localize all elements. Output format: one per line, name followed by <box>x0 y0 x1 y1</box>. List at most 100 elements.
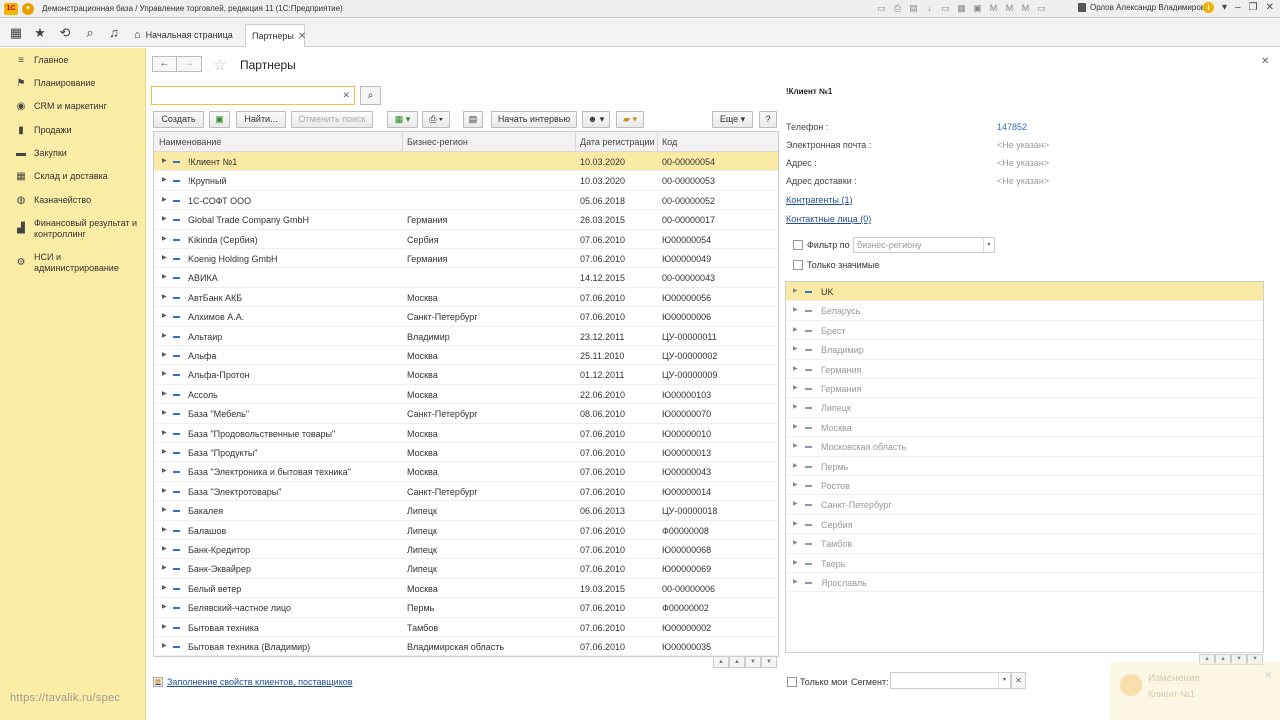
back-arrow-icon[interactable]: ← <box>152 56 177 72</box>
find-button[interactable]: Найти... <box>236 111 286 128</box>
expand-arrow-icon[interactable]: ▶ <box>793 578 798 585</box>
fill-properties-link[interactable]: ▤ Заполнение свойств клиентов, поставщик… <box>153 677 353 687</box>
expand-arrow-icon[interactable]: ▶ <box>162 642 167 649</box>
address-value[interactable]: <Не указан> <box>997 158 1049 168</box>
close-tab-icon[interactable]: ✕ <box>298 31 306 42</box>
table-row[interactable]: ▶ Бакалея Липецк 06.06.2013 ЦУ-00000018 <box>154 501 778 521</box>
expand-arrow-icon[interactable]: ▶ <box>793 423 798 430</box>
table-row[interactable]: ▶ Koenig Holding GmbH Германия 07.06.2010 Ю0… <box>154 249 778 269</box>
table-row[interactable]: ▶ Белый ветер Москва 19.03.2015 00-00000006 <box>154 579 778 599</box>
table-row[interactable]: ▶ Алхимов А.А. Санкт-Петербург 07.06.2010 Ю0… <box>154 307 778 327</box>
table-row[interactable]: ▶ Балашов Липецк 07.06.2010 Ф00000008 <box>154 521 778 540</box>
calculator-icon[interactable]: ▣ <box>972 3 983 14</box>
scroll-down-icon[interactable]: ▼ <box>745 656 761 668</box>
close-window-icon[interactable]: ✕ <box>1266 2 1274 13</box>
expand-arrow-icon[interactable]: ▶ <box>793 306 798 313</box>
close-form-icon[interactable]: ✕ <box>1261 56 1269 67</box>
info-icon[interactable]: i <box>1203 2 1215 13</box>
table-row[interactable]: ▶ Ассоль Москва 22.06.2010 Ю00000103 <box>154 385 778 405</box>
expand-arrow-icon[interactable]: ▶ <box>162 176 167 183</box>
only-significant-checkbox[interactable] <box>793 260 803 270</box>
table-row[interactable]: ▶ Альфа-Протон Москва 01.12.2011 ЦУ-00000009 <box>154 365 778 385</box>
sidebar-item-treasury[interactable]: ◍ Казначейство <box>0 195 146 207</box>
expand-arrow-icon[interactable]: ▶ <box>162 409 167 416</box>
expand-arrow-icon[interactable]: ▶ <box>162 351 167 358</box>
sidebar-item-main[interactable]: ≡ Главное <box>0 55 146 67</box>
table-row[interactable]: ▶ Global Trade Company GmbH Германия 26.03.… <box>154 210 778 230</box>
sidebar-item-crm[interactable]: ◉ CRM и маркетинг <box>0 101 146 113</box>
current-user[interactable]: Орлов Александр Владимирович <box>1078 3 1214 12</box>
expand-arrow-icon[interactable]: ▶ <box>162 584 167 591</box>
sidebar-item-finance[interactable]: ▟ Финансовый результат и контроллинг <box>0 218 146 240</box>
favorite-star-icon[interactable]: ☆ <box>213 56 226 74</box>
main-menu-icon[interactable]: ▾ <box>22 2 34 15</box>
scroll-up-icon[interactable]: ▲ <box>729 656 745 668</box>
column-header-name[interactable]: Наименование <box>159 137 221 147</box>
expand-arrow-icon[interactable]: ▶ <box>162 196 167 203</box>
search-input-box[interactable]: ✕ <box>151 86 355 105</box>
list-item[interactable]: ▶ Тверь <box>786 554 1263 573</box>
list-item[interactable]: ▶ Липецк <box>786 398 1263 418</box>
list-item[interactable]: ▶ Тамбов <box>786 534 1263 554</box>
contact-persons-link[interactable]: Контактные лица (0) <box>786 214 871 224</box>
table-row[interactable]: ▶ !Клиент №1 10.03.2020 00-00000054 <box>154 152 778 172</box>
clear-search-icon[interactable]: ✕ <box>342 90 350 101</box>
expand-arrow-icon[interactable]: ▶ <box>162 332 167 339</box>
bookmark-icon[interactable]: ▭ <box>940 3 951 14</box>
report-button[interactable]: ▤ <box>463 111 483 128</box>
sections-grid-icon[interactable]: ▦ <box>8 25 24 41</box>
forward-arrow-icon[interactable]: → <box>177 56 202 72</box>
expand-arrow-icon[interactable]: ▶ <box>793 365 798 372</box>
table-row[interactable]: ▶ База "Продукты" Москва 07.06.2010 Ю0000001… <box>154 443 778 463</box>
phone-value[interactable]: 147852 <box>997 122 1027 132</box>
table-row[interactable]: ▶ Белявский-частное лицо Пермь 07.06.2010 Ф0… <box>154 598 778 618</box>
expand-arrow-icon[interactable]: ▶ <box>162 506 167 513</box>
table-row[interactable]: ▶ База "Мебель" Санкт-Петербург 08.06.2010 Ю… <box>154 404 778 424</box>
email-value[interactable]: <Не указан> <box>997 140 1049 150</box>
attachments-button[interactable]: ▰ ▾ <box>616 111 644 128</box>
list-item[interactable]: ▶ Сербия <box>786 515 1263 535</box>
expand-arrow-icon[interactable]: ▶ <box>793 539 798 546</box>
save-icon[interactable]: ▭ <box>876 3 887 14</box>
expand-arrow-icon[interactable]: ▶ <box>793 403 798 410</box>
table-row[interactable]: ▶ АВИКА 14.12.2015 00-00000043 <box>154 268 778 288</box>
minimize-icon[interactable]: – <box>1235 2 1241 13</box>
expand-arrow-icon[interactable]: ▶ <box>162 390 167 397</box>
counterparties-link[interactable]: Контрагенты (1) <box>786 195 853 205</box>
start-interview-button[interactable]: Начать интервью <box>491 111 577 128</box>
print-preview-icon[interactable]: ▤ <box>908 3 919 14</box>
print-button[interactable]: ⎙ ▾ <box>422 111 450 128</box>
expand-arrow-icon[interactable]: ▶ <box>162 235 167 242</box>
expand-arrow-icon[interactable]: ▶ <box>793 481 798 488</box>
expand-arrow-icon[interactable]: ▶ <box>162 370 167 377</box>
table-row[interactable]: ▶ Банк-Кредитор Липецк 07.06.2010 Ю00000068 <box>154 540 778 560</box>
expand-arrow-icon[interactable]: ▶ <box>162 157 167 164</box>
sidebar-item-purchases[interactable]: ▬ Закупки <box>0 148 146 160</box>
notifications-bell-icon[interactable]: ♫ <box>106 25 122 41</box>
expand-arrow-icon[interactable]: ▶ <box>162 429 167 436</box>
zoom-icon[interactable]: ▭ <box>1036 3 1047 14</box>
copy-button[interactable]: ▣ <box>209 111 230 128</box>
history-icon[interactable]: ⟲ <box>57 25 73 41</box>
segment-clear-button[interactable]: ✕ <box>1011 672 1026 689</box>
table-row[interactable]: ▶ Альтаир Владимир 23.12.2011 ЦУ-00000011 <box>154 327 778 346</box>
favorites-star-icon[interactable]: ★ <box>32 25 48 41</box>
expand-arrow-icon[interactable]: ▶ <box>162 254 167 261</box>
list-item[interactable]: ▶ Ярославль <box>786 573 1263 593</box>
expand-arrow-icon[interactable]: ▶ <box>162 545 167 552</box>
list-item[interactable]: ▶ Московская область <box>786 437 1263 457</box>
tab-partners[interactable]: Партнеры ✕ <box>245 24 306 47</box>
restore-icon[interactable]: ❐ <box>1249 2 1258 13</box>
column-header-date[interactable]: Дата регистрации <box>580 137 655 147</box>
expand-arrow-icon[interactable]: ▶ <box>793 345 798 352</box>
table-row[interactable]: ▶ !Крупный 10.03.2020 00-00000053 <box>154 171 778 191</box>
create-based-button[interactable]: ☻ ▾ <box>582 111 610 128</box>
expand-arrow-icon[interactable]: ▶ <box>793 559 798 566</box>
list-item[interactable]: ▶ Владимир <box>786 340 1263 360</box>
expand-arrow-icon[interactable]: ▶ <box>793 384 798 391</box>
structure-button[interactable]: ▦ ▾ <box>387 111 418 128</box>
expand-arrow-icon[interactable]: ▶ <box>162 487 167 494</box>
list-item[interactable]: ▶ Беларусь <box>786 301 1263 321</box>
table-row[interactable]: ▶ Банк-Эквайрер Липецк 07.06.2010 Ю00000069 <box>154 559 778 579</box>
expand-arrow-icon[interactable]: ▶ <box>162 467 167 474</box>
